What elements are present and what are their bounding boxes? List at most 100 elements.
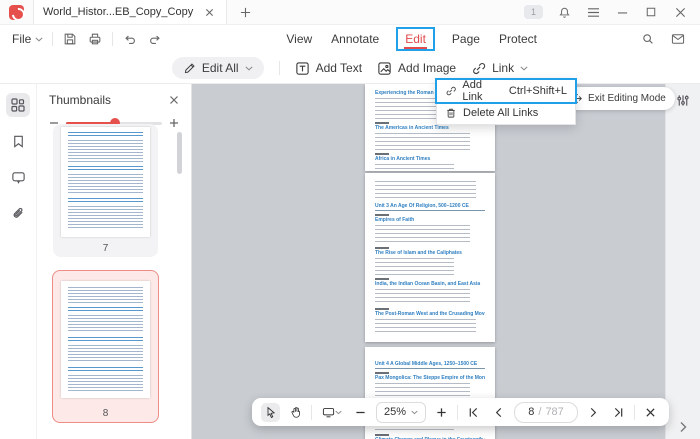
page-view-mode-button[interactable] bbox=[318, 403, 345, 422]
hamburger-menu-icon[interactable] bbox=[585, 4, 601, 20]
add-image-button[interactable]: Add Image bbox=[377, 61, 456, 76]
toc-heading: The Americas in Ancient Times bbox=[375, 125, 449, 131]
first-page-icon bbox=[469, 407, 478, 417]
last-page-button[interactable] bbox=[609, 403, 628, 422]
edit-all-label: Edit All bbox=[201, 61, 239, 75]
chapter-tag bbox=[375, 214, 389, 216]
scroll-right-button[interactable] bbox=[679, 421, 687, 433]
menu-page[interactable]: Page bbox=[452, 32, 480, 46]
thumbnail-page-8-selected[interactable]: 8 bbox=[52, 270, 159, 423]
minus-icon bbox=[356, 411, 365, 413]
menu-item-add-link[interactable]: Add Link Ctrl+Shift+L bbox=[435, 78, 577, 104]
toc-unit-heading: Unit 3 An Age Of Religion, 500–1200 CE bbox=[375, 203, 485, 211]
add-link-label: Add Link bbox=[462, 79, 483, 103]
divider bbox=[311, 404, 312, 420]
mail-icon[interactable] bbox=[670, 31, 686, 47]
chevron-left-icon bbox=[495, 407, 502, 417]
toc-heading: Pax Mongolica: The Steppe Empire of the … bbox=[375, 375, 485, 381]
text-line-block bbox=[375, 164, 455, 171]
file-menu-label: File bbox=[12, 32, 32, 46]
comments-panel-button[interactable] bbox=[6, 165, 30, 189]
chevron-down-icon bbox=[35, 37, 43, 41]
main-menu-group: View Annotate Edit Page Protect bbox=[173, 27, 650, 51]
view-navigation-toolbar: 25% 8 / 787 bbox=[252, 398, 670, 426]
exit-editing-mode-button[interactable]: Exit Editing Mode bbox=[563, 87, 675, 110]
chevron-down-icon bbox=[520, 66, 528, 70]
add-link-shortcut: Ctrl+Shift+L bbox=[508, 85, 567, 97]
file-tools-group: File bbox=[12, 31, 163, 47]
trash-icon bbox=[447, 108, 455, 118]
chevron-right-icon bbox=[590, 407, 597, 417]
chapter-tag bbox=[375, 278, 389, 280]
next-page-button[interactable] bbox=[584, 403, 603, 422]
text-line-block bbox=[375, 133, 470, 150]
menu-protect[interactable]: Protect bbox=[499, 32, 537, 46]
edit-all-button[interactable]: Edit All bbox=[171, 57, 264, 79]
app-logo-icon[interactable] bbox=[9, 4, 24, 20]
chapter-tag bbox=[375, 372, 389, 374]
text-line-block bbox=[68, 132, 143, 136]
window-maximize-icon[interactable] bbox=[643, 4, 659, 20]
content-area: Thumbnails 7 8 Experiencing the Roman Em… bbox=[0, 84, 700, 439]
bell-icon[interactable] bbox=[556, 4, 572, 20]
add-text-button[interactable]: Add Text bbox=[295, 61, 362, 76]
current-page-value: 8 bbox=[528, 406, 535, 418]
text-line-block bbox=[68, 367, 143, 371]
cursor-icon bbox=[267, 406, 275, 418]
window-minimize-icon[interactable] bbox=[614, 4, 630, 20]
thumbnails-scrollbar[interactable] bbox=[177, 132, 182, 174]
menu-annotate[interactable]: Annotate bbox=[331, 32, 379, 46]
select-tool-button[interactable] bbox=[261, 402, 280, 422]
link-label: Link bbox=[492, 61, 515, 75]
bookmarks-panel-button[interactable] bbox=[6, 129, 30, 153]
thumbnail-page-7[interactable]: 7 bbox=[53, 124, 158, 257]
new-tab-button[interactable] bbox=[237, 4, 253, 20]
text-line-block bbox=[375, 181, 477, 199]
properties-adjust-button[interactable] bbox=[676, 93, 691, 108]
hand-tool-button[interactable] bbox=[286, 403, 305, 422]
chapter-tag bbox=[375, 122, 389, 124]
bookmark-icon bbox=[13, 135, 23, 148]
text-line-block bbox=[375, 289, 470, 305]
text-line-block bbox=[68, 166, 143, 170]
zoom-level-select[interactable]: 25% bbox=[376, 401, 427, 423]
chevron-down-icon bbox=[411, 410, 418, 414]
paperclip-icon bbox=[13, 207, 23, 218]
undo-icon[interactable] bbox=[122, 31, 138, 47]
save-icon[interactable] bbox=[62, 31, 78, 47]
thumbnail-page-number: 8 bbox=[102, 408, 109, 419]
thumbnails-panel-button[interactable] bbox=[6, 93, 30, 117]
menu-item-delete-all-links[interactable]: Delete All Links bbox=[437, 102, 575, 124]
close-toolbar-button[interactable] bbox=[641, 403, 660, 422]
thumbnail-page-7-preview bbox=[61, 127, 150, 237]
attachments-panel-button[interactable] bbox=[6, 201, 30, 225]
print-icon[interactable] bbox=[87, 31, 103, 47]
page-separator: / bbox=[538, 406, 542, 418]
comment-icon bbox=[11, 171, 25, 184]
zoom-in-button[interactable] bbox=[432, 403, 451, 422]
notification-badge[interactable]: 1 bbox=[524, 5, 543, 19]
divider bbox=[278, 61, 280, 75]
tab-close-icon[interactable] bbox=[201, 4, 217, 20]
menu-view[interactable]: View bbox=[286, 32, 312, 46]
divider bbox=[634, 404, 636, 420]
window-close-icon[interactable] bbox=[672, 4, 688, 20]
chevron-down-icon bbox=[334, 410, 342, 414]
chevron-right-icon bbox=[680, 422, 687, 432]
document-tab[interactable]: World_Histor...EB_Copy_Copy bbox=[33, 0, 228, 24]
menu-edit[interactable]: Edit bbox=[396, 27, 435, 51]
menu-bar: File View Annotate Edit Page Protect bbox=[0, 25, 700, 53]
zoom-out-button[interactable] bbox=[351, 403, 370, 422]
page-number-input[interactable]: 8 / 787 bbox=[514, 401, 579, 423]
last-page-icon bbox=[614, 407, 623, 417]
chapter-tag bbox=[375, 434, 389, 436]
first-page-button[interactable] bbox=[464, 403, 483, 422]
zoom-in-icon[interactable] bbox=[169, 118, 179, 128]
file-menu[interactable]: File bbox=[12, 32, 43, 46]
add-image-label: Add Image bbox=[398, 61, 457, 75]
document-view[interactable]: Experiencing the Roman Empire The Americ… bbox=[192, 84, 665, 439]
previous-page-button[interactable] bbox=[489, 403, 508, 422]
panel-close-icon[interactable] bbox=[169, 95, 179, 105]
link-button[interactable]: Link bbox=[471, 61, 528, 76]
redo-icon[interactable] bbox=[147, 31, 163, 47]
